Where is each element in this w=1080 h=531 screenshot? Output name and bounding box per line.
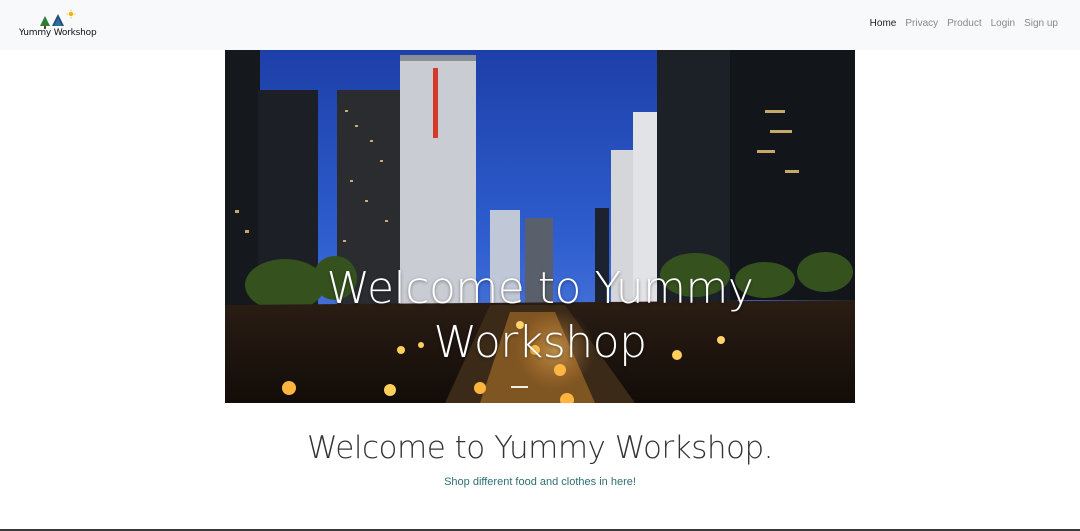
hero-caption-line-2: Workshop (433, 317, 647, 368)
navbar: Yummy Workshop Home Privacy Product Logi… (0, 0, 1080, 50)
carousel-indicator-active[interactable] (511, 386, 528, 388)
nav-login-link[interactable]: Login (991, 18, 1015, 29)
nav-home-link[interactable]: Home (870, 18, 897, 29)
nav-product-link[interactable]: Product (947, 18, 981, 29)
hero-caption-line-1: Welcome to Yummy (326, 263, 754, 314)
brand-logo[interactable]: Yummy Workshop (18, 9, 97, 41)
brand-name: Yummy Workshop (19, 28, 97, 38)
nav-links: Home Privacy Product Login Sign up (870, 18, 1058, 29)
nav-privacy-link[interactable]: Privacy (905, 18, 938, 29)
nav-signup-link[interactable]: Sign up (1024, 18, 1058, 29)
hero-carousel[interactable]: Welcome to Yummy Workshop (225, 50, 855, 403)
welcome-heading: Welcome to Yummy Workshop. (306, 430, 774, 466)
hero-caption: Welcome to Yummy Workshop (225, 262, 855, 370)
welcome-subheading: Shop different food and clothes in here! (444, 476, 636, 488)
